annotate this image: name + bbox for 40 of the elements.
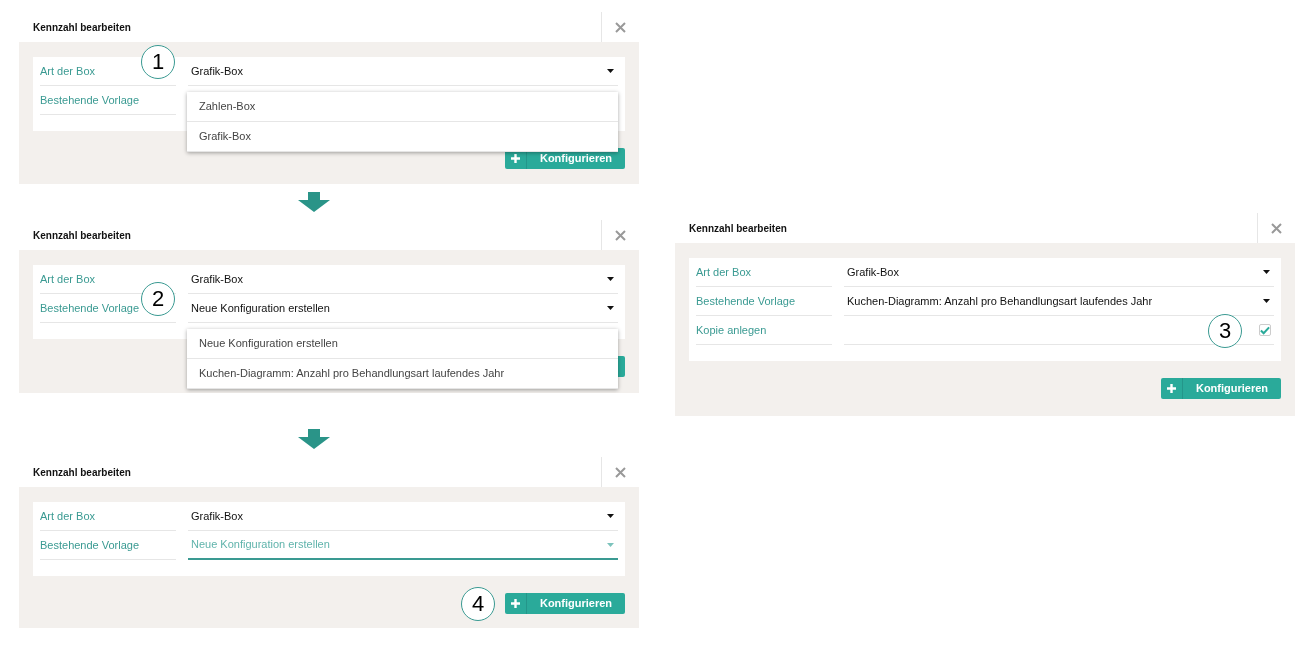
select-field[interactable]: Grafik-Box <box>188 265 618 294</box>
select-field[interactable]: Neue Konfiguration erstellen <box>188 294 618 323</box>
field-label: Bestehende Vorlage <box>40 531 176 560</box>
select-field[interactable]: Grafik-Box <box>188 502 618 531</box>
select-field[interactable]: Grafik-Box <box>188 57 618 86</box>
caret-icon <box>607 69 614 73</box>
step-number-badge: 1 <box>141 45 175 79</box>
plus-icon <box>1167 384 1176 393</box>
dialog-title: Kennzahl bearbeiten <box>32 20 132 35</box>
caret-icon <box>607 306 614 310</box>
caret-icon <box>607 277 614 281</box>
field-label: Art der Box <box>696 258 832 287</box>
caret-icon <box>1263 299 1270 303</box>
field-label: Bestehende Vorlage <box>40 86 176 115</box>
select-field[interactable]: Grafik-Box <box>844 258 1274 287</box>
field-label: Kopie anlegen <box>696 316 832 345</box>
dropdown-option[interactable]: Kuchen-Diagramm: Anzahl pro Behandlungsart laufendes Jahr <box>187 359 618 389</box>
close-icon <box>615 466 626 478</box>
field-label: Art der Box <box>40 502 176 531</box>
down-arrow-icon <box>298 429 330 449</box>
plus-icon <box>511 154 520 163</box>
caret-icon <box>1263 270 1270 274</box>
select-field[interactable]: Kuchen-Diagramm: Anzahl pro Behandlungsart laufendes Jahr <box>844 287 1274 316</box>
step-number-badge: 3 <box>1208 314 1242 348</box>
dropdown-option[interactable]: Neue Konfiguration erstellen <box>187 329 618 359</box>
plus-icon <box>511 599 520 608</box>
caret-icon <box>607 514 614 518</box>
close-icon <box>615 21 626 33</box>
dialog-title: Kennzahl bearbeiten <box>32 465 132 480</box>
caret-icon <box>607 542 614 547</box>
checkbox[interactable] <box>1259 324 1271 336</box>
field-label: Bestehende Vorlage <box>696 287 832 316</box>
dialog-title: Kennzahl bearbeiten <box>32 228 132 243</box>
dialog-title: Kennzahl bearbeiten <box>688 221 788 236</box>
down-arrow-icon <box>298 192 330 212</box>
dropdown-option[interactable]: Zahlen-Box <box>187 92 618 122</box>
check-icon <box>1260 325 1270 335</box>
step-number-badge: 4 <box>461 587 495 621</box>
close-icon <box>615 229 626 241</box>
close-icon <box>1271 222 1282 234</box>
